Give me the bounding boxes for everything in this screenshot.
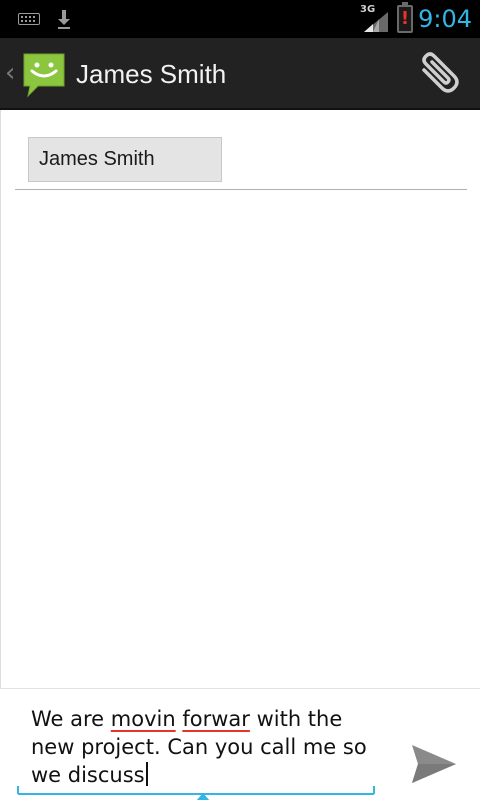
- message-input[interactable]: We are movin forwar with the new project…: [17, 701, 375, 800]
- battery-alert-mark: !: [400, 8, 410, 29]
- status-bar: 3G ! 9:04: [0, 0, 480, 38]
- compose-bar: We are movin forwar with the new project…: [0, 688, 480, 800]
- recipient-chip[interactable]: James Smith: [28, 137, 222, 182]
- battery-alert-icon: !: [397, 2, 413, 33]
- messaging-app-icon[interactable]: [20, 50, 68, 98]
- recipients-field[interactable]: James Smith: [15, 130, 467, 190]
- status-time: 9:04: [418, 5, 472, 33]
- text-cursor: [145, 762, 148, 786]
- keyboard-icon: [18, 13, 40, 25]
- contact-title: James Smith: [76, 59, 227, 89]
- content-edge: [0, 110, 1, 690]
- paperclip-icon[interactable]: [410, 48, 466, 100]
- text-selection-handle-icon[interactable]: [196, 793, 210, 800]
- send-icon[interactable]: [408, 741, 458, 787]
- download-icon: [58, 10, 70, 29]
- message-text[interactable]: We are movin forwar with the new project…: [31, 705, 371, 789]
- message-text-segment: We are: [31, 707, 111, 731]
- misspelled-word[interactable]: forwar: [182, 707, 250, 731]
- action-bar: ‹ James Smith: [0, 38, 480, 110]
- misspelled-word[interactable]: movin: [111, 707, 176, 731]
- network-indicator: 3G: [360, 4, 390, 34]
- signal-icon: [364, 12, 388, 32]
- back-chevron-icon[interactable]: ‹: [5, 58, 15, 88]
